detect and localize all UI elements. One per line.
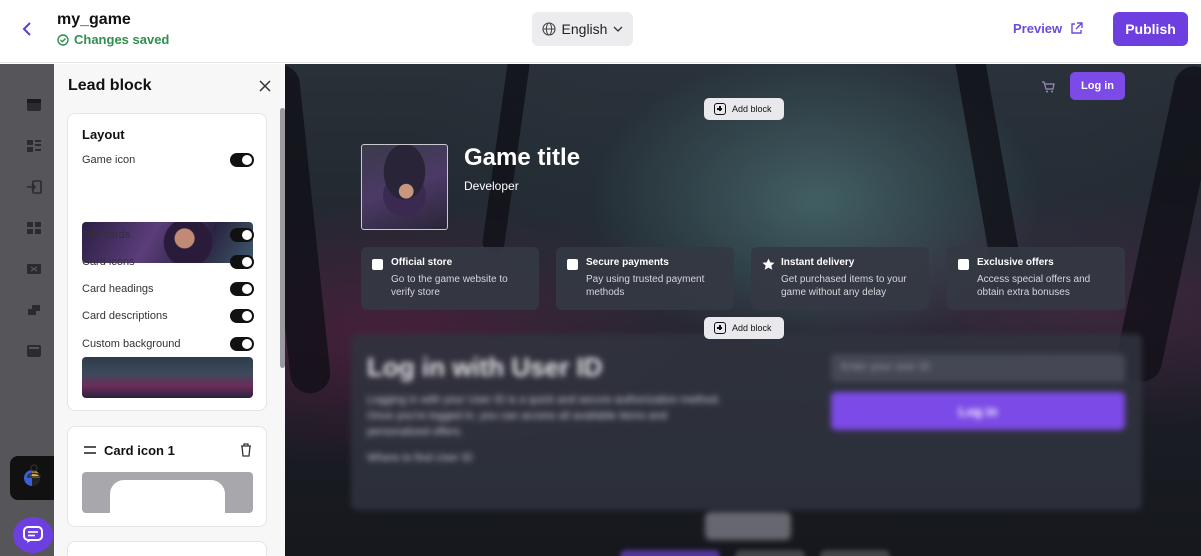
info-card-description: Access special offers and obtain extra b… — [977, 274, 1091, 298]
add-block-button[interactable]: Add block — [704, 98, 784, 120]
star-icon — [762, 258, 775, 270]
chat-support-button[interactable] — [13, 517, 53, 553]
game-icon-row: Game icon — [82, 152, 254, 168]
plus-square-icon — [714, 103, 726, 115]
layout-heading: Layout — [82, 127, 125, 142]
top-bar: my_game Changes saved English Preview Pu… — [0, 0, 1201, 63]
publish-button[interactable]: Publish — [1113, 12, 1188, 46]
lock-icon — [567, 259, 578, 270]
add-block-label: Add block — [732, 323, 772, 333]
trash-icon[interactable] — [240, 443, 252, 457]
add-block-button[interactable]: Add block — [704, 317, 784, 339]
card-headings-label: Card headings — [82, 283, 154, 295]
blurred-tab — [735, 550, 805, 556]
promo-icon[interactable] — [26, 303, 42, 317]
close-icon[interactable] — [257, 78, 273, 94]
game-icon-toggle[interactable] — [230, 153, 254, 167]
back-button[interactable] — [16, 18, 38, 40]
card-headings-row: Card headings — [82, 281, 254, 297]
external-link-icon — [1071, 22, 1083, 34]
layout-card: Layout Game icon Info cards Card icons C… — [67, 113, 267, 411]
panel-title: Lead block — [68, 77, 152, 94]
next-card — [67, 541, 267, 556]
login-icon[interactable] — [26, 180, 42, 194]
login-section: Log in with User ID Logging in with your… — [351, 334, 1142, 510]
add-block-label: Add block — [732, 104, 772, 114]
chevron-left-icon — [22, 22, 31, 36]
blurred-tab — [620, 550, 720, 556]
plus-square-icon — [714, 322, 726, 334]
language-label: English — [561, 21, 608, 37]
chat-icon — [23, 526, 43, 543]
card-descriptions-row: Card descriptions — [82, 308, 254, 324]
save-status: Changes saved — [57, 32, 169, 47]
developer-name: Developer — [464, 179, 519, 193]
card-icons-row: Card icons — [82, 254, 254, 270]
info-cards-toggle[interactable] — [230, 228, 254, 242]
header-login-button[interactable]: Log in — [1070, 72, 1125, 100]
user-icon[interactable] — [26, 464, 42, 478]
store-icon — [372, 259, 383, 270]
ticket-icon[interactable] — [26, 262, 42, 276]
card-icon-title: Card icon 1 — [104, 443, 175, 458]
language-selector[interactable]: English — [532, 12, 633, 46]
user-id-input[interactable]: Enter your user ID — [831, 354, 1125, 382]
grid-icon[interactable] — [26, 221, 42, 235]
drag-handle-icon[interactable] — [84, 446, 96, 454]
custom-background-row: Custom background — [82, 336, 254, 352]
background-image-picker[interactable] — [82, 357, 253, 398]
game-icon-image — [361, 144, 448, 230]
info-card-heading: Instant delivery — [781, 257, 855, 268]
preview-canvas: Log in Add block Game title Developer Of… — [285, 64, 1201, 556]
info-cards-row: Info cards — [82, 227, 254, 243]
card-icon-card: Card icon 1 — [67, 426, 267, 527]
custom-background-label: Custom background — [82, 338, 181, 350]
card-descriptions-label: Card descriptions — [82, 310, 168, 322]
check-circle-icon — [57, 33, 69, 46]
game-title: Game title — [464, 144, 581, 171]
login-section-title: Log in with User ID — [367, 352, 603, 382]
info-card-description: Get purchased items to your game without… — [781, 274, 907, 298]
login-section-button[interactable]: Log in — [831, 392, 1125, 430]
info-card-heading: Official store — [391, 257, 453, 268]
find-user-id-link[interactable]: Where to find User ID — [367, 452, 473, 464]
left-rail — [0, 64, 54, 556]
chevron-down-icon — [613, 26, 623, 32]
theme-selector[interactable] — [10, 456, 54, 500]
preview-button[interactable]: Preview — [1013, 21, 1083, 36]
preview-label: Preview — [1013, 21, 1063, 36]
footer-icon[interactable] — [26, 344, 42, 358]
info-card: Official store Go to the game website to… — [361, 247, 539, 310]
info-card-heading: Secure payments — [586, 257, 669, 268]
card-icon-image-picker[interactable] — [82, 472, 253, 513]
blocks-icon[interactable] — [26, 139, 42, 153]
info-card-heading: Exclusive offers — [977, 257, 1054, 268]
save-status-text: Changes saved — [74, 32, 170, 47]
background-tree — [285, 64, 333, 396]
info-card-description: Go to the game website to verify store — [391, 274, 508, 298]
layout-icon[interactable] — [26, 98, 42, 112]
info-card: Exclusive offers Access special offers a… — [947, 247, 1125, 310]
blurred-tab — [820, 550, 890, 556]
globe-icon — [541, 22, 556, 36]
game-icon-label: Game icon — [82, 154, 136, 166]
card-icons-label: Card icons — [82, 256, 135, 268]
login-section-description: Logging in with your User ID is a quick … — [367, 394, 721, 438]
info-cards-label: Info cards — [82, 229, 131, 241]
blurred-button — [705, 512, 791, 540]
basket-icon — [958, 259, 969, 270]
card-icons-toggle[interactable] — [230, 255, 254, 269]
lead-block-panel: Lead block Layout Game icon Info cards C… — [54, 64, 285, 556]
cart-icon[interactable] — [1041, 81, 1055, 93]
project-name: my_game — [57, 11, 131, 28]
info-card: Instant delivery Get purchased items to … — [751, 247, 929, 310]
info-card-description: Pay using trusted payment methods — [586, 274, 705, 298]
info-card: Secure payments Pay using trusted paymen… — [556, 247, 734, 310]
card-descriptions-toggle[interactable] — [230, 309, 254, 323]
card-headings-toggle[interactable] — [230, 282, 254, 296]
custom-background-toggle[interactable] — [230, 337, 254, 351]
